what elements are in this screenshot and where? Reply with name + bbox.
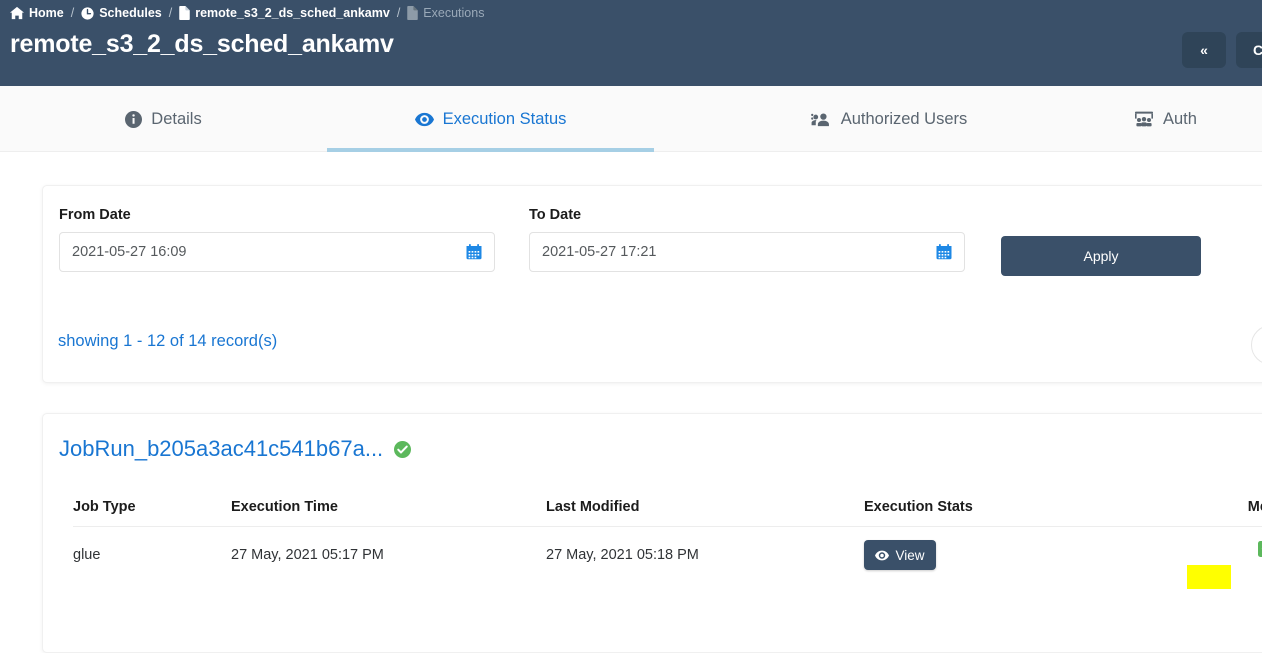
from-date-input[interactable]: 2021-05-27 16:09 bbox=[59, 232, 495, 272]
calendar-icon[interactable] bbox=[936, 244, 952, 260]
tab-authorized-groups[interactable]: Auth bbox=[1124, 86, 1262, 152]
execution-result-card: JobRun_b205a3ac41c541b67a... Job Type Ex… bbox=[42, 413, 1262, 653]
from-date-value: 2021-05-27 16:09 bbox=[72, 244, 187, 260]
file-icon bbox=[179, 6, 190, 20]
tab-label-authorized-users: Authorized Users bbox=[840, 109, 968, 128]
eye-icon bbox=[875, 550, 890, 561]
users-icon bbox=[810, 112, 832, 127]
collapse-button[interactable]: « bbox=[1182, 32, 1226, 68]
view-button[interactable]: View bbox=[864, 540, 936, 570]
column-header-job-type: Job Type bbox=[73, 498, 136, 515]
tab-label-authorized-groups: Auth bbox=[1163, 109, 1197, 128]
tab-label-execution-status: Execution Status bbox=[442, 109, 567, 128]
records-summary[interactable]: showing 1 - 12 of 14 record(s) bbox=[58, 332, 277, 351]
column-header-message: Message bbox=[1247, 498, 1262, 515]
from-date-label: From Date bbox=[59, 207, 131, 223]
info-circle-icon bbox=[125, 110, 143, 128]
breadcrumb-sep: / bbox=[396, 6, 401, 20]
file-icon bbox=[407, 6, 419, 20]
cell-last-modified: 27 May, 2021 05:18 PM bbox=[546, 547, 699, 563]
comment-check-icon[interactable] bbox=[1257, 541, 1262, 569]
column-header-last-modified: Last Modified bbox=[546, 498, 640, 515]
breadcrumb-item-schedules[interactable]: Schedules bbox=[81, 6, 162, 20]
breadcrumb-label-schedules: Schedules bbox=[99, 6, 162, 20]
view-button-label: View bbox=[895, 547, 925, 563]
cell-execution-stats: View bbox=[864, 540, 1179, 570]
users-class-icon bbox=[1134, 111, 1154, 127]
message-highlight bbox=[1187, 565, 1231, 589]
breadcrumb-item-schedule-name[interactable]: remote_s3_2_ds_sched_ankamv bbox=[179, 6, 390, 20]
home-icon bbox=[10, 6, 24, 20]
table-row: glue 27 May, 2021 05:17 PM 27 May, 2021 … bbox=[73, 527, 1262, 589]
to-date-label: To Date bbox=[529, 207, 582, 223]
tab-label-details: Details bbox=[151, 109, 202, 128]
breadcrumb-item-executions: Executions bbox=[407, 6, 484, 20]
breadcrumb-sep: / bbox=[70, 6, 75, 20]
eye-icon bbox=[414, 112, 434, 127]
job-run-name: JobRun_b205a3ac41c541b67a... bbox=[59, 436, 384, 461]
filter-card: From Date 2021-05-27 16:09 To Date 2021-… bbox=[42, 185, 1262, 383]
tab-authorized-users[interactable]: Authorized Users bbox=[654, 86, 1124, 152]
table-header-row: Job Type Execution Time Last Modified Ex… bbox=[73, 487, 1262, 527]
to-date-input[interactable]: 2021-05-27 17:21 bbox=[529, 232, 965, 272]
page-header: Home / Schedules / remote_s3_2_ds_sched_… bbox=[0, 0, 1262, 86]
tab-bar: Details Execution Status Authorized User… bbox=[0, 86, 1262, 152]
clock-icon bbox=[81, 6, 94, 20]
column-header-execution-time: Execution Time bbox=[231, 498, 338, 515]
breadcrumb-sep: / bbox=[168, 6, 173, 20]
tab-list: Details Execution Status Authorized User… bbox=[0, 86, 1262, 152]
page-title: remote_s3_2_ds_sched_ankamv bbox=[10, 30, 394, 58]
job-run-link[interactable]: JobRun_b205a3ac41c541b67a... bbox=[59, 436, 412, 462]
apply-button[interactable]: Apply bbox=[1001, 236, 1201, 276]
cell-execution-time: 27 May, 2021 05:17 PM bbox=[231, 547, 384, 563]
column-header-execution-stats: Execution Stats bbox=[864, 498, 973, 515]
executions-table: Job Type Execution Time Last Modified Ex… bbox=[73, 487, 1262, 589]
breadcrumb: Home / Schedules / remote_s3_2_ds_sched_… bbox=[10, 3, 484, 23]
check-circle-icon bbox=[394, 440, 412, 458]
to-date-value: 2021-05-27 17:21 bbox=[542, 244, 657, 260]
calendar-icon[interactable] bbox=[466, 244, 482, 260]
cell-message bbox=[1179, 541, 1262, 589]
cell-job-type: glue bbox=[73, 547, 101, 563]
breadcrumb-label-executions: Executions bbox=[423, 6, 485, 20]
tab-execution-status[interactable]: Execution Status bbox=[327, 86, 654, 152]
breadcrumb-item-home[interactable]: Home bbox=[10, 6, 64, 20]
refresh-button[interactable]: C bbox=[1236, 32, 1262, 68]
breadcrumb-label-home: Home bbox=[29, 6, 64, 20]
breadcrumb-label-schedule-name: remote_s3_2_ds_sched_ankamv bbox=[195, 6, 390, 20]
header-actions: « C bbox=[1182, 32, 1262, 68]
tab-details[interactable]: Details bbox=[0, 86, 327, 152]
